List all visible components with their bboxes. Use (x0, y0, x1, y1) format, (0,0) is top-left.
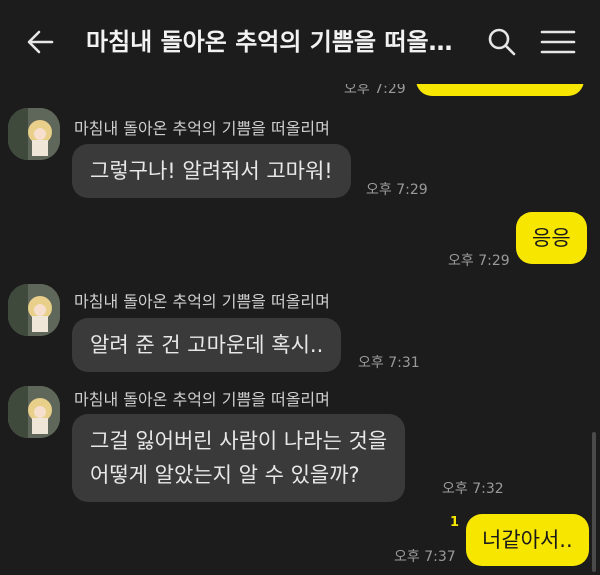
avatar[interactable] (8, 108, 60, 160)
avatar[interactable] (8, 284, 60, 336)
chat-title: 마침내 돌아온 추억의 기쁨을 떠올리며 (86, 28, 464, 56)
sender-name: 마침내 돌아온 추억의 기쁨을 떠올리며 (74, 390, 330, 409)
incoming-message-bubble[interactable]: 그걸 잃어버린 사람이 나라는 것을 어떻게 알았는지 알 수 있을까? (72, 414, 406, 502)
message-time: 오후 7:29 (366, 182, 428, 198)
message-line: 그걸 잃어버린 사람이 나라는 것을 (90, 429, 388, 453)
avatar[interactable] (8, 386, 60, 438)
menu-icon (540, 30, 576, 54)
message-time: 오후 7:29 (448, 253, 510, 269)
incoming-message-bubble[interactable]: 알려 준 건 고마운데 혹시.. (72, 318, 342, 372)
chat-header: 마침내 돌아온 추억의 기쁨을 떠올리며 (0, 0, 600, 84)
message-time: 오후 7:37 (394, 549, 456, 565)
message-time: 오후 7:31 (358, 355, 420, 371)
outgoing-message-bubble[interactable]: 너같아서.. (466, 514, 589, 566)
outgoing-message-bubble[interactable]: 응응 (516, 212, 587, 264)
sender-name: 마침내 돌아온 추억의 기쁨을 떠올리며 (74, 119, 330, 138)
message-time: 오후 7:32 (442, 481, 504, 497)
search-button[interactable] (484, 24, 520, 60)
search-icon (488, 28, 516, 56)
menu-button[interactable] (538, 26, 578, 58)
incoming-message-bubble[interactable]: 그렇구나! 알려줘서 고마워! (72, 144, 351, 198)
unread-count: 1 (450, 515, 460, 530)
back-button[interactable] (22, 24, 58, 60)
message-line: 어떻게 알았는지 알 수 있을까? (90, 463, 360, 487)
arrow-left-icon (27, 30, 54, 54)
scrollbar[interactable] (592, 432, 596, 572)
sender-name: 마침내 돌아온 추억의 기쁨을 떠올리며 (74, 292, 330, 311)
chat-area: 오후 7:29 마침내 돌아온 추억의 기쁨을 떠올리며 그렇구나! 알려줘서 … (0, 0, 600, 575)
